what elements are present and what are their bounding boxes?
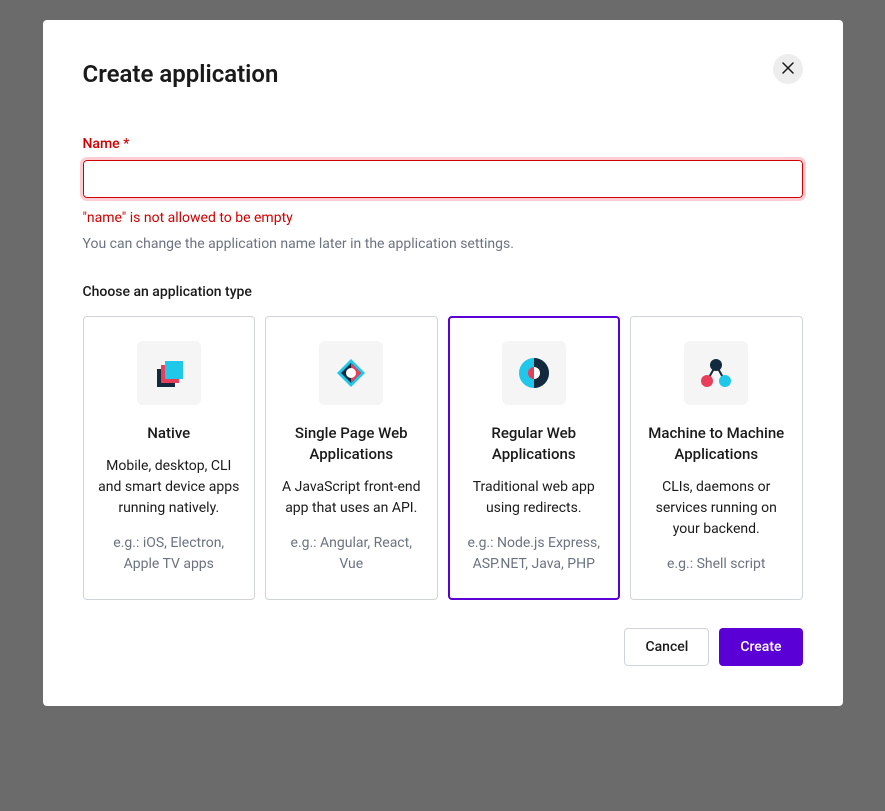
type-desc: A JavaScript front-end app that uses an … xyxy=(278,477,425,519)
modal-title: Create application xyxy=(83,60,803,88)
m2m-icon xyxy=(684,341,748,405)
name-label: Name * xyxy=(83,136,803,152)
type-desc: CLIs, daemons or services running on you… xyxy=(643,477,790,540)
spa-icon xyxy=(319,341,383,405)
native-icon xyxy=(137,341,201,405)
name-error: "name" is not allowed to be empty xyxy=(83,210,803,226)
type-example: e.g.: Angular, React, Vue xyxy=(278,533,425,575)
name-input[interactable] xyxy=(83,160,803,198)
type-card-native[interactable]: Native Mobile, desktop, CLI and smart de… xyxy=(83,316,256,600)
name-help: You can change the application name late… xyxy=(83,236,803,252)
type-card-spa[interactable]: Single Page Web Applications A JavaScrip… xyxy=(265,316,438,600)
type-card-m2m[interactable]: Machine to Machine Applications CLIs, da… xyxy=(630,316,803,600)
type-title: Regular Web Applications xyxy=(461,423,608,465)
type-card-regular[interactable]: Regular Web Applications Traditional web… xyxy=(448,316,621,600)
type-example: e.g.: Node.js Express, ASP.NET, Java, PH… xyxy=(461,533,608,575)
create-button[interactable]: Create xyxy=(719,628,802,666)
modal-overlay: Create application Name * "name" is not … xyxy=(0,0,885,811)
create-application-modal: Create application Name * "name" is not … xyxy=(43,20,843,706)
type-desc: Mobile, desktop, CLI and smart device ap… xyxy=(96,456,243,519)
type-example: e.g.: iOS, Electron, Apple TV apps xyxy=(96,533,243,575)
close-icon xyxy=(782,61,794,78)
type-title: Single Page Web Applications xyxy=(278,423,425,465)
type-grid: Native Mobile, desktop, CLI and smart de… xyxy=(83,316,803,600)
type-title: Native xyxy=(147,423,190,444)
modal-actions: Cancel Create xyxy=(83,628,803,666)
cancel-button[interactable]: Cancel xyxy=(624,628,709,666)
type-section-label: Choose an application type xyxy=(83,284,803,300)
regular-icon xyxy=(502,341,566,405)
type-title: Machine to Machine Applications xyxy=(643,423,790,465)
close-button[interactable] xyxy=(773,54,803,84)
type-example: e.g.: Shell script xyxy=(667,554,765,575)
type-desc: Traditional web app using redirects. xyxy=(461,477,608,519)
